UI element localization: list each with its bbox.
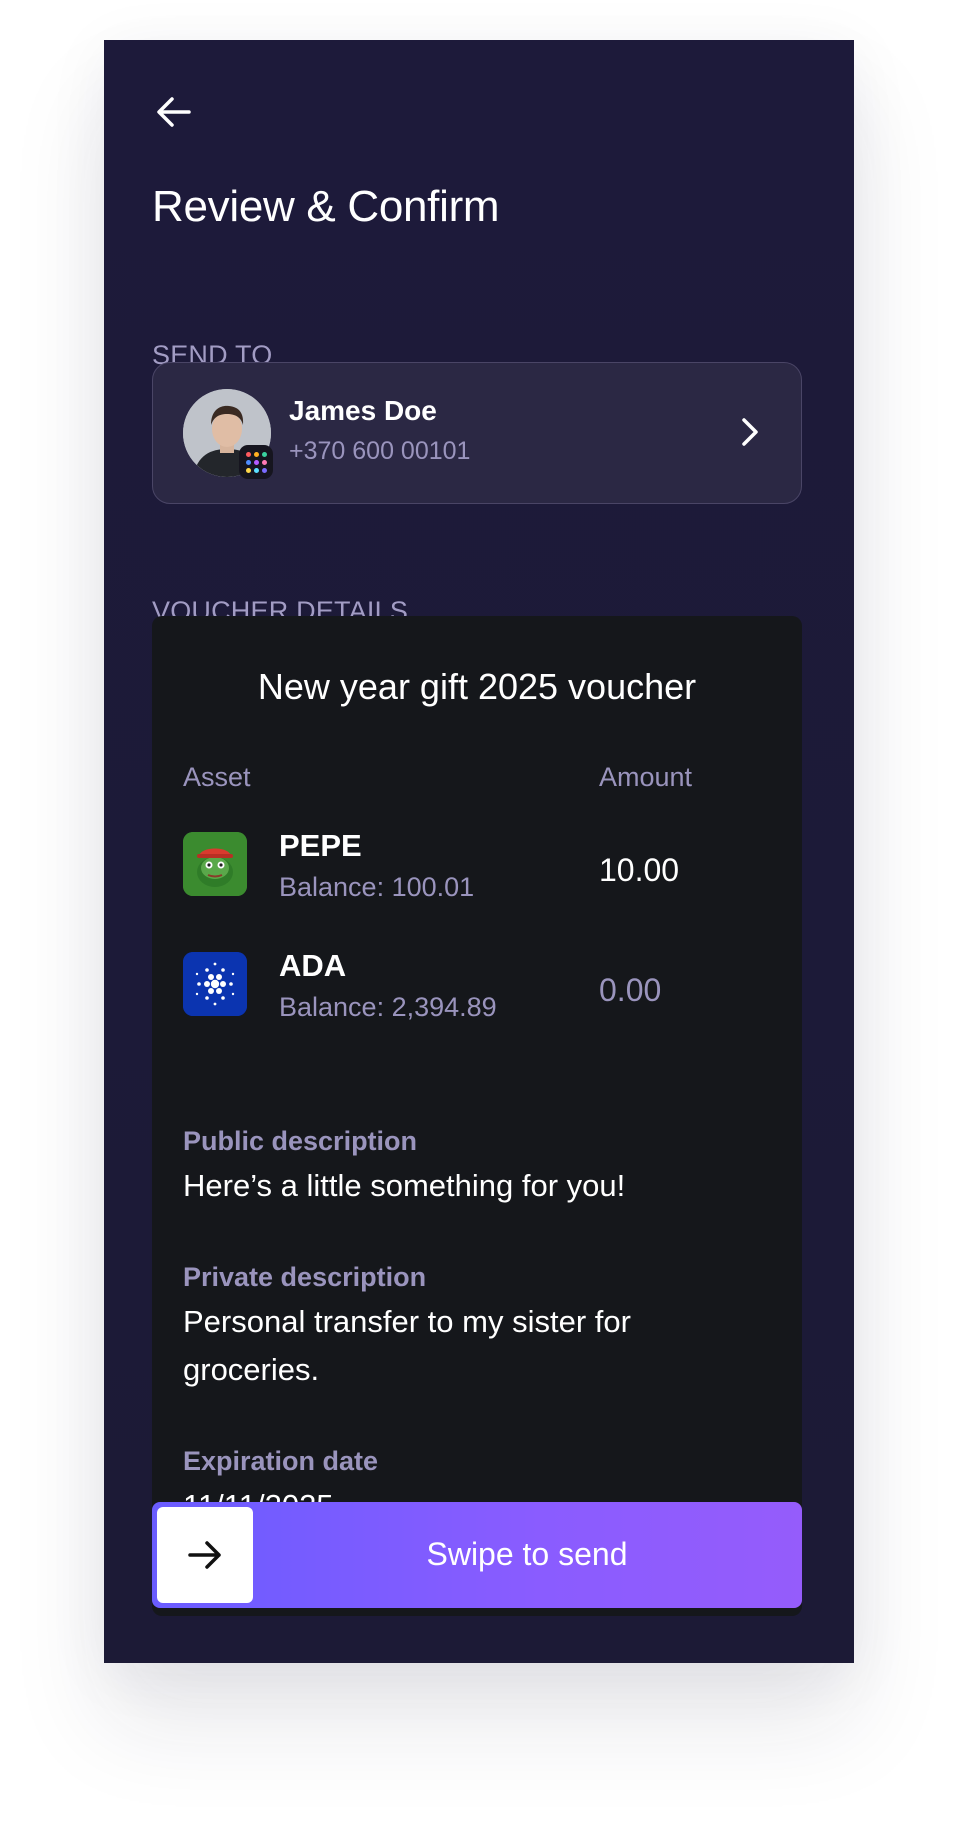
swipe-handle[interactable] — [157, 1507, 253, 1603]
cardano-icon — [183, 952, 247, 1016]
voucher-title: New year gift 2025 voucher — [257, 666, 697, 707]
public-description-label: Public description — [183, 1126, 418, 1156]
swipe-label: Swipe to send — [426, 1536, 628, 1572]
arrow-right-icon — [188, 1541, 221, 1569]
expiration-date-label: Expiration date — [183, 1446, 379, 1476]
pepe-icon — [183, 832, 247, 896]
private-description-label: Private description — [183, 1262, 427, 1292]
asset-balance: Balance: 2,394.89 — [279, 992, 497, 1022]
swipe-to-send-slider[interactable]: Swipe to send — [152, 1502, 802, 1608]
review-confirm-screen: Review & Confirm SEND TO James Doe +370 … — [104, 40, 854, 1663]
amount-column-header: Amount — [599, 762, 693, 792]
asset-column-header: Asset — [183, 762, 251, 792]
chevron-right-icon — [742, 418, 758, 446]
public-description-value: Here’s a little something for you! — [183, 1168, 626, 1203]
asset-name: ADA — [279, 948, 347, 983]
recipient-card[interactable]: James Doe +370 600 00101 — [152, 362, 802, 504]
asset-balance: Balance: 100.01 — [279, 872, 475, 902]
back-button[interactable] — [152, 90, 196, 134]
recipient-name: James Doe — [289, 395, 437, 426]
private-description-value: Personal transfer to my sister for groce… — [183, 1304, 631, 1387]
voucher-card: New year gift 2025 voucher Asset Amount — [152, 616, 802, 1616]
app-badge-icon — [239, 445, 273, 479]
asset-amount: 10.00 — [599, 852, 680, 888]
asset-amount: 0.00 — [599, 972, 662, 1008]
recipient-phone: +370 600 00101 — [289, 437, 471, 465]
arrow-left-icon — [157, 97, 191, 127]
asset-name: PEPE — [279, 828, 362, 863]
page-title: Review & Confirm — [152, 182, 500, 231]
